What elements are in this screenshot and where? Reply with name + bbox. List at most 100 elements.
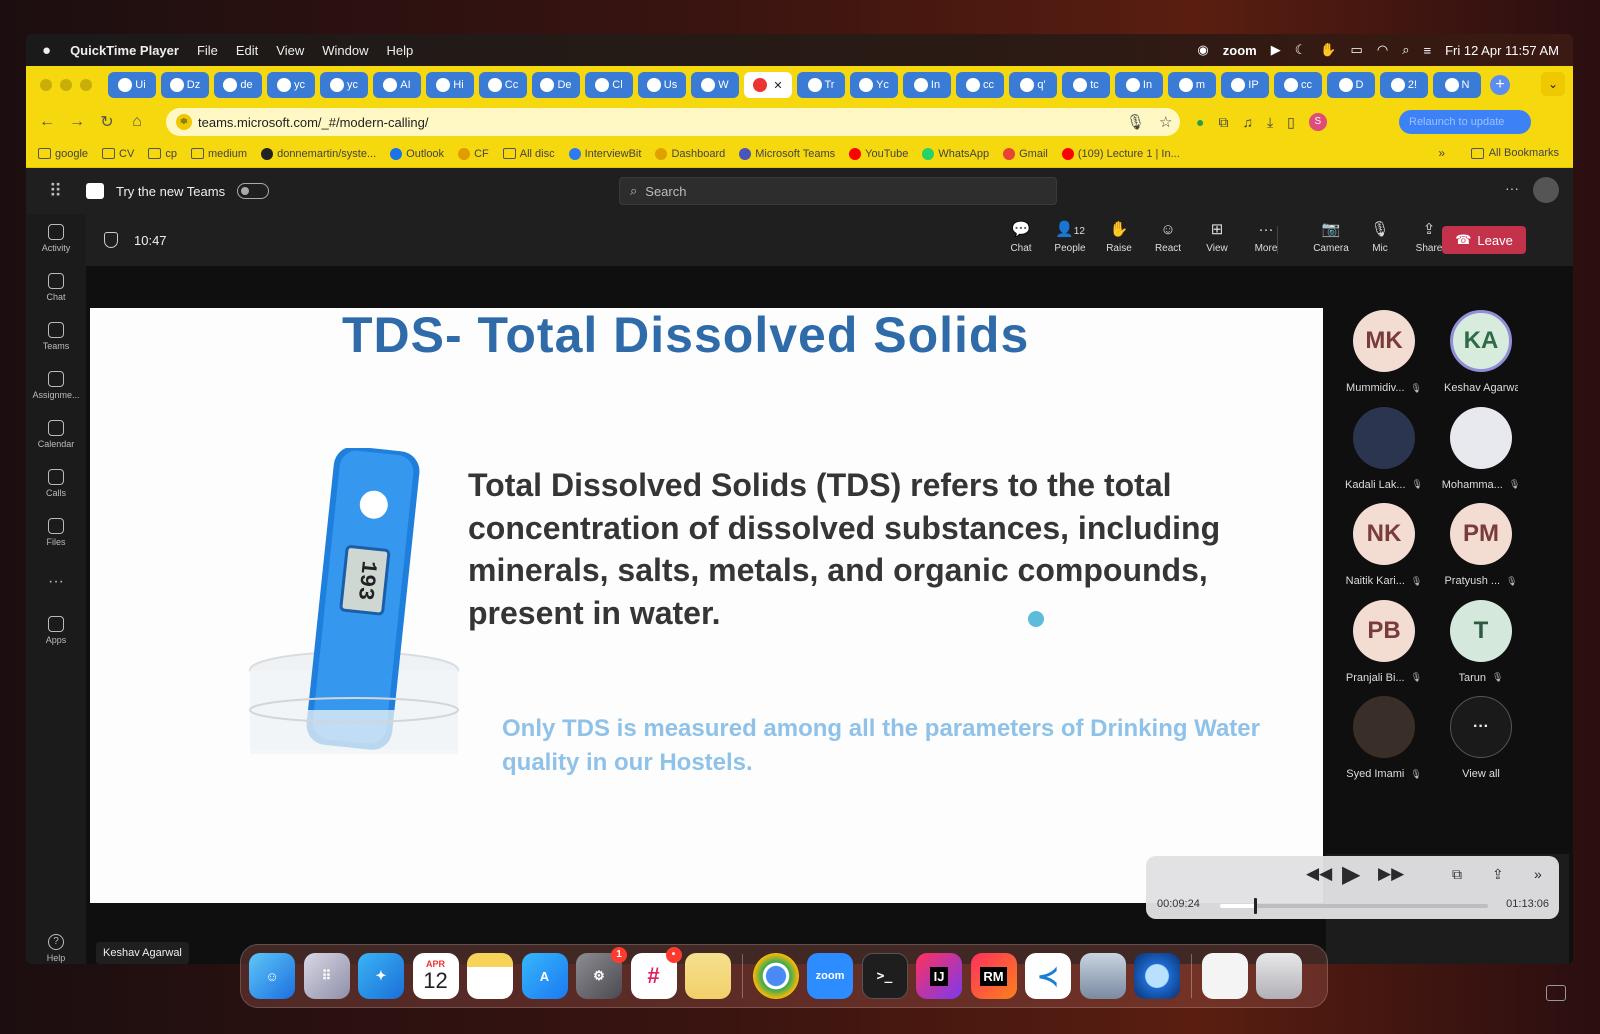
reload-icon[interactable]: ↻ — [92, 112, 122, 132]
new-tab-button[interactable]: + — [1490, 75, 1510, 95]
url-bar[interactable]: ≑ teams.microsoft.com/_#/modern-calling/ — [166, 108, 1180, 136]
profile-avatar[interactable]: S — [1308, 113, 1327, 131]
browser-tab[interactable]: Dz — [161, 72, 209, 98]
menu-edit[interactable]: Edit — [227, 43, 267, 58]
rail-item-chat[interactable]: Chat — [26, 263, 86, 312]
participant-tile[interactable]: Mohamma... 🎙 — [1433, 406, 1529, 491]
settings-more-button[interactable]: ··· — [1505, 180, 1519, 196]
bookmark-item[interactable]: medium — [190, 148, 247, 160]
quicktime-icon[interactable] — [1134, 953, 1180, 999]
sidepanel-icon[interactable]: ▯ — [1287, 114, 1295, 131]
spotlight-icon[interactable]: ⌕ — [1402, 42, 1409, 58]
browser-tab[interactable]: De — [532, 72, 580, 98]
bookmark-item[interactable]: Microsoft Teams — [739, 147, 835, 160]
fast-forward-icon[interactable]: ▶▶ — [1378, 864, 1404, 884]
bookmark-item[interactable]: WhatsApp — [922, 147, 989, 160]
menu-view[interactable]: View — [267, 43, 313, 58]
browser-tab[interactable]: ✕ — [744, 72, 792, 98]
extensions-icon[interactable]: ⧉ — [1218, 114, 1228, 131]
trash-icon[interactable] — [1256, 953, 1302, 999]
browser-tab[interactable]: yc — [267, 72, 315, 98]
chrome-icon[interactable] — [752, 953, 799, 999]
moon-icon[interactable]: ☾ — [1295, 42, 1307, 58]
browser-tab[interactable]: tc — [1062, 72, 1110, 98]
calendar-icon[interactable]: APR 12 — [412, 953, 459, 999]
picture-in-picture-icon[interactable]: ⧉ — [1452, 866, 1462, 883]
browser-tab[interactable]: Us — [638, 72, 686, 98]
site-info-icon[interactable]: ≑ — [176, 114, 192, 130]
bookmark-item[interactable]: All disc — [502, 148, 555, 160]
home-icon[interactable]: ⌂ — [122, 113, 152, 131]
rail-item-activity[interactable]: Activity — [26, 214, 86, 263]
battery-icon[interactable]: ▭ — [1351, 42, 1363, 58]
bookmark-item[interactable]: Dashboard — [655, 147, 725, 160]
user-avatar[interactable] — [1533, 177, 1559, 203]
rubymine-icon[interactable]: RM — [970, 953, 1017, 999]
participant-tile[interactable]: T Tarun 🎙 — [1433, 599, 1529, 684]
document-icon[interactable] — [1201, 953, 1248, 999]
control-center-icon[interactable]: ≡ — [1423, 43, 1431, 58]
browser-tab[interactable]: 2! — [1380, 72, 1428, 98]
browser-tab[interactable]: cc — [1274, 72, 1322, 98]
zoom-status[interactable]: zoom — [1223, 43, 1257, 58]
bookmark-star-icon[interactable]: ☆ — [1159, 113, 1172, 131]
play-icon[interactable]: ▶ — [1342, 860, 1360, 889]
participant-tile[interactable]: MK Mummidiv... 🎙 — [1336, 310, 1432, 394]
toolbar-mic-button[interactable]: 🎙 Mic — [1357, 220, 1403, 254]
browser-tab[interactable]: Yc — [850, 72, 898, 98]
scrubber[interactable] — [1220, 898, 1488, 914]
intellij-icon[interactable]: IJ — [916, 953, 962, 999]
browser-tab[interactable]: In — [1115, 72, 1163, 98]
bookmark-item[interactable]: Outlook — [390, 147, 444, 160]
preview-icon[interactable] — [1079, 953, 1126, 999]
launchpad-icon[interactable]: ⠿ — [303, 953, 350, 999]
browser-tab[interactable]: AI — [373, 72, 421, 98]
expand-icon[interactable]: » — [1534, 866, 1542, 882]
play-status-icon[interactable]: ▶ — [1271, 42, 1281, 58]
participant-tile[interactable]: KA Keshav Agarwal — [1433, 310, 1529, 394]
new-teams-toggle[interactable] — [237, 183, 270, 199]
hand-icon[interactable]: ✋ — [1320, 42, 1336, 58]
bookmark-item[interactable]: CF — [458, 147, 489, 160]
bookmark-item[interactable]: donnemartin/syste... — [261, 147, 376, 160]
participant-tile[interactable]: ··· View all — [1433, 696, 1529, 780]
rail-item-calendar[interactable]: Calendar — [26, 410, 86, 459]
rail-item-[interactable]: ··· — [26, 557, 86, 606]
leave-button[interactable]: ☎ Leave — [1442, 226, 1526, 254]
browser-tab[interactable]: Cl — [585, 72, 633, 98]
rail-help[interactable]: ? Help — [26, 934, 86, 963]
media-icon[interactable]: ♫ — [1242, 114, 1253, 130]
menu-file[interactable]: File — [188, 43, 227, 58]
screenshot-icon[interactable] — [1546, 985, 1566, 1001]
extension-green-icon[interactable]: ● — [1196, 114, 1204, 130]
share-icon[interactable]: ⇪ — [1492, 866, 1504, 883]
safari-icon[interactable]: ✦ — [358, 953, 404, 999]
tab-search-icon[interactable]: ⌄ — [1541, 72, 1565, 96]
toolbar-view-button[interactable]: ⊞ View — [1194, 220, 1240, 254]
window-controls[interactable] — [40, 79, 92, 91]
browser-tab[interactable]: D — [1327, 72, 1375, 98]
browser-tab[interactable]: m — [1168, 72, 1216, 98]
rail-item-files[interactable]: Files — [26, 508, 86, 557]
app-store-icon[interactable]: A — [521, 953, 568, 999]
app-launcher-icon[interactable]: ⠿ — [26, 181, 86, 202]
browser-tab[interactable]: Hi — [426, 72, 474, 98]
bookmark-item[interactable]: CV — [102, 148, 134, 160]
participant-tile[interactable]: Syed Imami 🎙 — [1336, 696, 1432, 780]
toolbar-people-button[interactable]: 👤12 People — [1047, 220, 1093, 254]
wifi-icon[interactable]: ◠ — [1377, 42, 1388, 58]
download-icon[interactable]: ⤓ — [1267, 114, 1273, 131]
teams-search[interactable]: ⌕ Search — [619, 177, 1057, 205]
browser-tab[interactable]: yc — [320, 72, 368, 98]
browser-tab[interactable]: cc — [956, 72, 1004, 98]
finder-icon[interactable]: ☺ — [249, 953, 295, 999]
record-icon[interactable]: ◉ — [1197, 42, 1208, 58]
system-settings-icon[interactable]: ⚙ 1 — [576, 947, 627, 999]
stickies-icon[interactable] — [685, 953, 731, 999]
back-icon[interactable]: ← — [32, 113, 62, 131]
browser-tab[interactable]: q' — [1009, 72, 1057, 98]
all-bookmarks[interactable]: All Bookmarks — [1470, 147, 1559, 159]
toolbar-raise-button[interactable]: ✋ Raise — [1096, 220, 1142, 254]
shield-icon[interactable] — [104, 232, 118, 248]
vscode-icon[interactable]: ≺ — [1025, 953, 1071, 999]
